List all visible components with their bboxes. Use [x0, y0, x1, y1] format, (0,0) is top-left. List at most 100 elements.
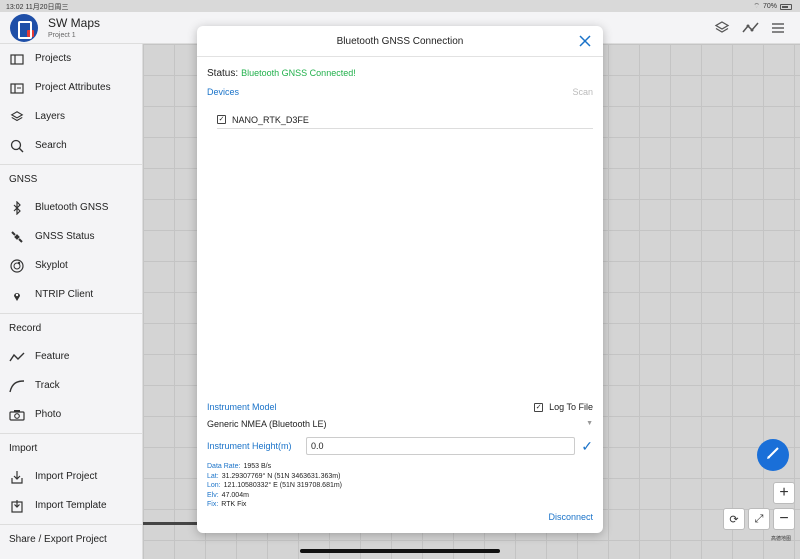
- instrument-height-label: Instrument Height(m): [207, 441, 292, 451]
- map-attribution: 高德地图: [771, 536, 792, 542]
- connection-status: Status: Bluetooth GNSS Connected!: [207, 68, 356, 79]
- polyline-icon: [8, 349, 26, 365]
- device-name: NANO_RTK_D3FE: [232, 114, 309, 125]
- devices-header: Devices Scan: [207, 87, 593, 97]
- sidebar-section-share-export[interactable]: Share / Export Project: [0, 524, 142, 553]
- chevron-down-icon: ▼: [586, 420, 593, 427]
- log-to-file-label: Log To File: [549, 402, 593, 412]
- app-logo: [10, 14, 38, 42]
- status-time: 13:02 11月20日周三: [6, 4, 69, 11]
- device-checkbox[interactable]: ✓: [217, 115, 226, 124]
- sidebar-item-label: Import Project: [35, 471, 98, 482]
- app-name: SW Maps: [48, 16, 101, 30]
- sidebar-item-label: Skyplot: [35, 260, 68, 271]
- instrument-height-input[interactable]: 0.0: [306, 437, 575, 455]
- folder-attributes-icon: [8, 80, 26, 96]
- status-label: Status:: [207, 68, 239, 79]
- sidebar-item-layers[interactable]: Layers: [0, 102, 142, 131]
- dialog-title: Bluetooth GNSS Connection: [336, 36, 464, 47]
- import-template-icon: [8, 498, 26, 514]
- fullscreen-icon: ⤢: [754, 512, 764, 525]
- edit-fab-button[interactable]: [757, 439, 789, 471]
- sidebar-section-gnss: GNSS: [0, 164, 142, 193]
- fullscreen-button[interactable]: ⤢: [748, 508, 770, 530]
- zoom-in-button[interactable]: +: [773, 482, 795, 504]
- sidebar-item-label: NTRIP Client: [35, 289, 94, 300]
- wifi-icon: ⌔: [753, 3, 760, 10]
- sidebar-item-label: Track: [35, 380, 60, 391]
- sidebar-item-ntrip-client[interactable]: NTRIP Client: [0, 280, 142, 309]
- chart-line-icon[interactable]: [742, 20, 759, 36]
- zoom-out-button[interactable]: −: [773, 508, 795, 530]
- sidebar-item-search[interactable]: Search: [0, 131, 142, 160]
- rotate-reset-button[interactable]: ⟳: [723, 508, 745, 530]
- sidebar-item-label: Projects: [35, 53, 72, 64]
- search-icon: [8, 138, 26, 154]
- sidebar-item-label: Project Attributes: [35, 82, 111, 93]
- sidebar-item-skyplot[interactable]: Skyplot: [0, 251, 142, 280]
- sidebar-item-label: GNSS Status: [35, 231, 95, 242]
- minus-icon: −: [779, 510, 789, 527]
- map-scale-bar: [143, 522, 200, 525]
- sidebar-section-record: Record: [0, 313, 142, 342]
- sidebar-item-label: Layers: [35, 111, 66, 122]
- disconnect-button[interactable]: Disconnect: [548, 512, 593, 522]
- close-icon: [579, 31, 591, 51]
- bluetooth-icon: [8, 200, 26, 216]
- sidebar-item-photo[interactable]: Photo: [0, 400, 142, 429]
- layers-icon[interactable]: [714, 20, 730, 36]
- sidebar-item-track[interactable]: Track: [0, 371, 142, 400]
- project-name: Project 1: [48, 32, 76, 39]
- instrument-model-header: Instrument Model ✓ Log To File: [207, 402, 593, 412]
- sidebar-item-label: Feature: [35, 351, 70, 362]
- device-list-item[interactable]: ✓ NANO_RTK_D3FE: [217, 111, 593, 129]
- status-bar: 13:02 11月20日周三 ⌔ 70%: [0, 0, 800, 12]
- gnss-info: Data Rate: 1953 B/s Lat: 31.29307769° N (5…: [207, 462, 342, 510]
- elv-row: Elv: 47.004m: [207, 491, 249, 499]
- sidebar-item-import-template[interactable]: Import Template: [0, 491, 142, 520]
- sidebar-item-projects[interactable]: Projects: [0, 44, 142, 73]
- refresh-icon: ⟳: [729, 513, 739, 526]
- battery-percent: 70%: [762, 3, 777, 10]
- sidebar-item-label: Search: [35, 140, 67, 151]
- ntrip-icon: [8, 287, 26, 303]
- instrument-model-label: Instrument Model: [207, 402, 277, 412]
- menu-icon[interactable]: [770, 20, 786, 36]
- log-to-file-checkbox[interactable]: ✓: [534, 402, 544, 412]
- layers-icon: [8, 109, 26, 125]
- folder-icon: [8, 51, 26, 67]
- data-rate-row: Data Rate: 1953 B/s: [207, 463, 272, 470]
- battery-icon: [780, 3, 792, 10]
- sidebar-item-label: Import Template: [35, 500, 107, 511]
- camera-icon: [8, 407, 26, 423]
- sidebar-item-import-project[interactable]: Import Project: [0, 462, 142, 491]
- sidebar-item-gnss-status[interactable]: GNSS Status: [0, 222, 142, 251]
- sidebar-item-project-attributes[interactable]: Project Attributes: [0, 73, 142, 102]
- close-button[interactable]: [577, 33, 593, 49]
- track-icon: [8, 378, 26, 394]
- devices-label: Devices: [207, 87, 240, 97]
- log-to-file-toggle[interactable]: ✓ Log To File: [534, 402, 593, 412]
- plus-icon: +: [779, 484, 789, 501]
- sidebar-section-import: Import: [0, 433, 142, 462]
- sidebar-item-label: Bluetooth GNSS: [35, 202, 109, 213]
- lat-row: Lat: 31.29307769° N (51N 3463631.363m): [207, 472, 341, 480]
- fix-row: Fix: RTK Fix: [207, 501, 247, 508]
- lon-row: Lon: 121.10580332° E (51N 319708.681m): [207, 482, 343, 489]
- scan-button[interactable]: Scan: [572, 87, 593, 97]
- home-indicator: [300, 549, 500, 553]
- satellite-icon: [8, 229, 26, 245]
- status-value: Bluetooth GNSS Connected!: [241, 68, 356, 78]
- sidebar-item-label: Photo: [35, 409, 62, 420]
- checkmark-icon[interactable]: ✓: [581, 437, 593, 455]
- sidebar: Projects Project Attributes Layers Searc…: [0, 44, 143, 559]
- status-icons: ⌔ 70%: [753, 2, 792, 11]
- sidebar-item-feature[interactable]: Feature: [0, 342, 142, 371]
- instrument-height-row: Instrument Height(m) 0.0 ✓: [207, 437, 593, 455]
- bluetooth-gnss-dialog: Bluetooth GNSS Connection Status: Bluetoo…: [197, 26, 603, 533]
- instrument-model-value: Generic NMEA (Bluetooth LE): [207, 419, 327, 429]
- dialog-header: Bluetooth GNSS Connection: [197, 26, 603, 57]
- skyplot-icon: [8, 258, 26, 274]
- sidebar-item-bluetooth-gnss[interactable]: Bluetooth GNSS: [0, 193, 142, 222]
- instrument-model-select[interactable]: Generic NMEA (Bluetooth LE) ▼: [207, 419, 593, 433]
